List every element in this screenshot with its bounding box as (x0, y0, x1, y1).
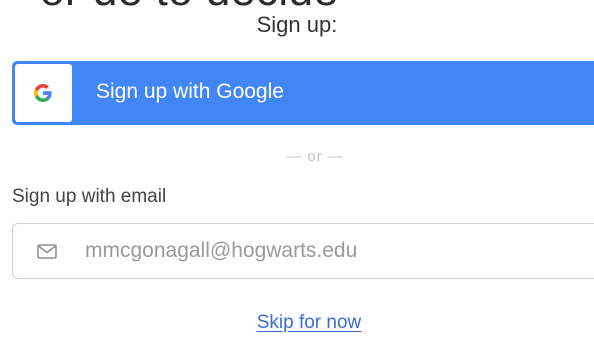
envelope-icon (37, 244, 57, 259)
email-field[interactable] (12, 223, 594, 279)
email-section-label: Sign up with email (12, 186, 167, 207)
signup-title: Sign up: (256, 12, 338, 37)
google-button-label: Sign up with Google (96, 80, 284, 103)
or-divider: — or — (286, 148, 344, 165)
google-logo-container (15, 64, 72, 122)
google-g-icon (34, 84, 52, 102)
google-signup-button[interactable]: Sign up with Google (12, 61, 594, 125)
skip-for-now-link[interactable]: Skip for now (0, 312, 594, 334)
email-input[interactable] (85, 236, 585, 266)
